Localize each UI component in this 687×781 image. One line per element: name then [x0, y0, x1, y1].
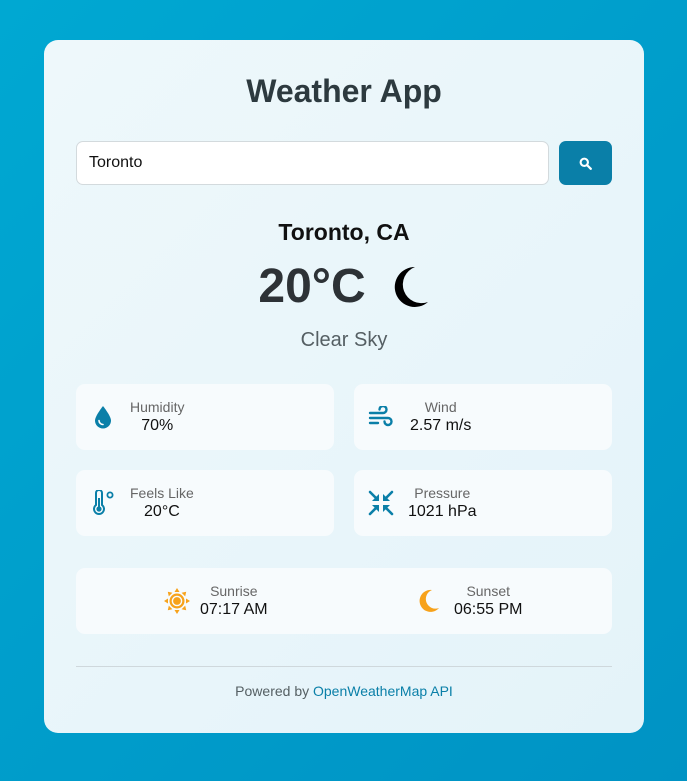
wind-label: Wind	[424, 398, 457, 415]
pressure-tile: Pressure 1021 hPa	[354, 470, 612, 536]
temperature-row: 20°C	[76, 254, 612, 320]
sunset-item: Sunset 06:55 PM	[418, 568, 522, 634]
sunset-time: 06:55 PM	[454, 600, 523, 618]
search-bar	[76, 141, 612, 185]
sunrise-time: 07:17 AM	[200, 600, 268, 618]
openweathermap-link[interactable]: OpenWeatherMap API	[313, 683, 453, 699]
droplet-icon	[90, 404, 116, 430]
thermometer-icon	[90, 490, 116, 516]
weather-card: Weather App Toronto, CA 20°C Clear Sky	[44, 40, 644, 733]
crescent-moon-icon	[419, 589, 439, 612]
feels-like-label: Feels Like	[130, 484, 194, 501]
city-name: Toronto, CA	[278, 219, 410, 245]
search-button[interactable]	[559, 141, 612, 185]
sunset-label: Sunset	[466, 582, 511, 599]
humidity-label: Humidity	[130, 398, 185, 415]
search-icon	[579, 157, 592, 170]
moon-icon	[394, 266, 428, 307]
sunrise-item: Sunrise 07:17 AM	[164, 568, 268, 634]
wind-tile: Wind 2.57 m/s	[354, 384, 612, 450]
footer-text: Powered by	[235, 683, 310, 699]
feels-like-value: 20°C	[144, 502, 180, 520]
humidity-value: 70%	[141, 416, 174, 434]
pressure-value: 1021 hPa	[408, 502, 477, 520]
sun-times-panel: Sunrise 07:17 AM Sunset 06:55 PM	[76, 568, 612, 634]
sun-icon	[164, 588, 190, 614]
pressure-label: Pressure	[414, 484, 471, 501]
weather-details: Humidity 70% Wind 2.57 m/s Feels Like 20…	[76, 384, 612, 536]
temperature-value: 20°C	[258, 260, 366, 313]
app-title: Weather App	[246, 73, 442, 109]
city-search-input[interactable]	[76, 141, 549, 185]
compress-icon	[368, 490, 394, 516]
footer-divider	[76, 666, 612, 667]
humidity-tile: Humidity 70%	[76, 384, 334, 450]
wind-value: 2.57 m/s	[410, 416, 472, 434]
sunrise-label: Sunrise	[210, 582, 258, 599]
wind-icon	[368, 404, 394, 430]
footer: Powered by OpenWeatherMap API	[76, 683, 612, 699]
weather-condition: Clear Sky	[300, 329, 388, 351]
feels-like-tile: Feels Like 20°C	[76, 470, 334, 536]
